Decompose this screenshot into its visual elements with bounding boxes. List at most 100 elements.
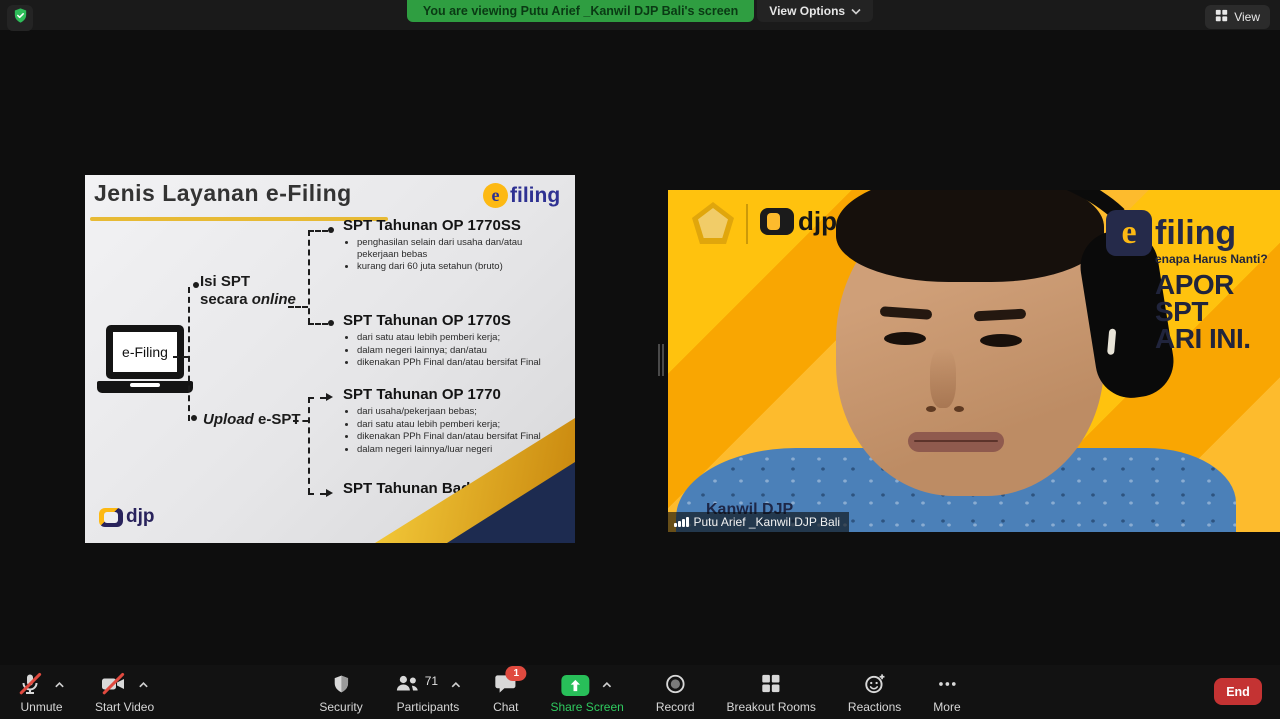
poster-line2: APOR SPT bbox=[1155, 271, 1280, 325]
panel-resize-handle[interactable] bbox=[656, 344, 666, 376]
spt-title: SPT Tahunan OP 1770S bbox=[343, 312, 557, 329]
shield-icon bbox=[331, 673, 351, 698]
participants-label: Participants bbox=[397, 700, 460, 714]
spt-item-1770s: SPT Tahunan OP 1770S dari satu atau lebi… bbox=[343, 312, 557, 370]
efiling-logo: e filing bbox=[1106, 210, 1236, 256]
spt-bullet: dikenakan PPh Final dan/atau bersifat Fi… bbox=[357, 357, 557, 369]
connector bbox=[288, 306, 308, 308]
chat-unread-badge: 1 bbox=[506, 666, 527, 681]
person-eye bbox=[884, 332, 926, 345]
connector bbox=[173, 356, 188, 358]
chat-bubble-icon: 1 bbox=[494, 672, 518, 698]
record-icon bbox=[664, 673, 686, 698]
start-video-button[interactable]: Start Video bbox=[95, 672, 154, 714]
spt-title: SPT Tahunan OP 1770 bbox=[343, 386, 557, 403]
more-button[interactable]: More bbox=[933, 672, 960, 714]
djp-logo-icon bbox=[99, 508, 123, 527]
chat-label: Chat bbox=[493, 700, 518, 714]
djp-logo-text: djp bbox=[798, 206, 837, 237]
view-options-button[interactable]: View Options bbox=[757, 0, 873, 22]
laptop-screen-label: e-Filing bbox=[122, 344, 168, 360]
spt-bullet: dari satu atau lebih pemberi kerja; bbox=[357, 332, 557, 344]
more-ellipsis-icon bbox=[935, 673, 959, 698]
person-nose bbox=[930, 348, 956, 408]
unmute-button[interactable]: Unmute bbox=[18, 672, 65, 714]
djp-logo-text: djp bbox=[126, 506, 155, 528]
share-options-caret[interactable] bbox=[602, 681, 613, 689]
spt-bullet: dari usaha/pekerjaan bebas; bbox=[357, 406, 557, 418]
connector bbox=[308, 493, 326, 495]
branch-upload-espt: Upload e-SPT bbox=[203, 411, 301, 428]
reactions-label: Reactions bbox=[848, 700, 901, 714]
spt-bullet: dikenakan PPh Final dan/atau bersifat Fi… bbox=[357, 431, 557, 443]
view-button-label: View bbox=[1234, 10, 1260, 24]
shared-screen-slide: Jenis Layanan e-Filing e filing e-Filing… bbox=[85, 175, 575, 543]
connector bbox=[293, 420, 308, 422]
slide-title: Jenis Layanan e-Filing bbox=[94, 180, 352, 207]
participants-count: 71 bbox=[425, 674, 438, 688]
participants-caret[interactable] bbox=[450, 681, 461, 689]
efiling-logo: e filing bbox=[483, 183, 560, 208]
unmute-label: Unmute bbox=[20, 700, 62, 714]
connector-arrow bbox=[326, 489, 333, 497]
security-label: Security bbox=[319, 700, 362, 714]
connector bbox=[308, 397, 310, 494]
participants-icon bbox=[395, 673, 421, 698]
backdrop-poster-text: enapa Harus Nanti? APOR SPT ARI INI. bbox=[1155, 252, 1280, 352]
more-label: More bbox=[933, 700, 960, 714]
djp-logo: djp bbox=[99, 506, 155, 528]
meeting-toolbar: Unmute Start Video bbox=[0, 665, 1280, 719]
viewing-banner: You are viewing Putu Arief _Kanwil DJP B… bbox=[407, 0, 754, 22]
end-meeting-button[interactable]: End bbox=[1214, 678, 1262, 705]
person-eye bbox=[980, 334, 1022, 347]
connector bbox=[308, 230, 328, 232]
efiling-e-mark: e bbox=[1106, 210, 1152, 256]
video-options-caret[interactable] bbox=[138, 681, 149, 689]
connector bbox=[308, 397, 326, 399]
camera-off-icon bbox=[100, 672, 126, 699]
logo-divider bbox=[746, 204, 748, 244]
view-options-label: View Options bbox=[769, 0, 845, 22]
connector bbox=[308, 323, 328, 325]
record-button[interactable]: Record bbox=[656, 672, 695, 714]
djp-logo-icon bbox=[760, 208, 794, 235]
laptop-icon: e-Filing bbox=[95, 325, 195, 393]
kemenkeu-emblem-icon bbox=[692, 202, 734, 244]
spt-bullet: penghasilan selain dari usaha dan/atau p… bbox=[357, 237, 557, 260]
connector-arrow bbox=[326, 393, 333, 401]
spt-title: SPT Tahunan OP 1770SS bbox=[343, 217, 557, 234]
djp-logo: djp bbox=[760, 206, 837, 237]
poster-line1: enapa Harus Nanti? bbox=[1155, 252, 1280, 266]
breakout-rooms-button[interactable]: Breakout Rooms bbox=[727, 672, 816, 714]
branch-online-line2: secara online bbox=[200, 291, 296, 309]
branch-isi-spt-online: Isi SPT secara online bbox=[200, 273, 296, 309]
laptop-base bbox=[97, 381, 193, 393]
muted-microphone-icon bbox=[18, 672, 42, 699]
efiling-e-mark: e bbox=[483, 183, 508, 208]
efiling-wordmark: filing bbox=[1155, 214, 1236, 253]
participants-button[interactable]: 71 Participants bbox=[395, 672, 461, 714]
grid-view-icon bbox=[1215, 9, 1228, 25]
connector-node bbox=[328, 320, 334, 326]
spt-bullet: dari satu atau lebih pemberi kerja; bbox=[357, 419, 557, 431]
connector bbox=[308, 230, 310, 324]
reactions-button[interactable]: Reactions bbox=[848, 672, 901, 714]
chat-button[interactable]: 1 Chat bbox=[493, 672, 518, 714]
spt-bullet: kurang dari 60 juta setahun (bruto) bbox=[357, 261, 557, 273]
zoom-meeting-window: You are viewing Putu Arief _Kanwil DJP B… bbox=[0, 0, 1280, 719]
participant-name: Putu Arief _Kanwil DJP Bali bbox=[694, 515, 841, 529]
branch-online-line1: Isi SPT bbox=[200, 273, 296, 291]
signal-strength-icon bbox=[674, 517, 689, 527]
connector-node bbox=[191, 415, 197, 421]
security-button[interactable]: Security bbox=[319, 672, 362, 714]
participant-video-tile: djp e filing enapa Harus Nanti? APOR SPT… bbox=[668, 190, 1280, 532]
view-button[interactable]: View bbox=[1205, 5, 1270, 29]
audio-options-caret[interactable] bbox=[54, 681, 65, 689]
share-screen-icon bbox=[562, 675, 590, 696]
poster-line3: ARI INI. bbox=[1155, 325, 1280, 352]
reactions-smiley-icon bbox=[863, 672, 886, 698]
share-screen-button[interactable]: Share Screen bbox=[550, 672, 623, 714]
spt-item-1770: SPT Tahunan OP 1770 dari usaha/pekerjaan… bbox=[343, 386, 557, 456]
breakout-rooms-icon bbox=[761, 673, 782, 697]
connector-node bbox=[328, 227, 334, 233]
